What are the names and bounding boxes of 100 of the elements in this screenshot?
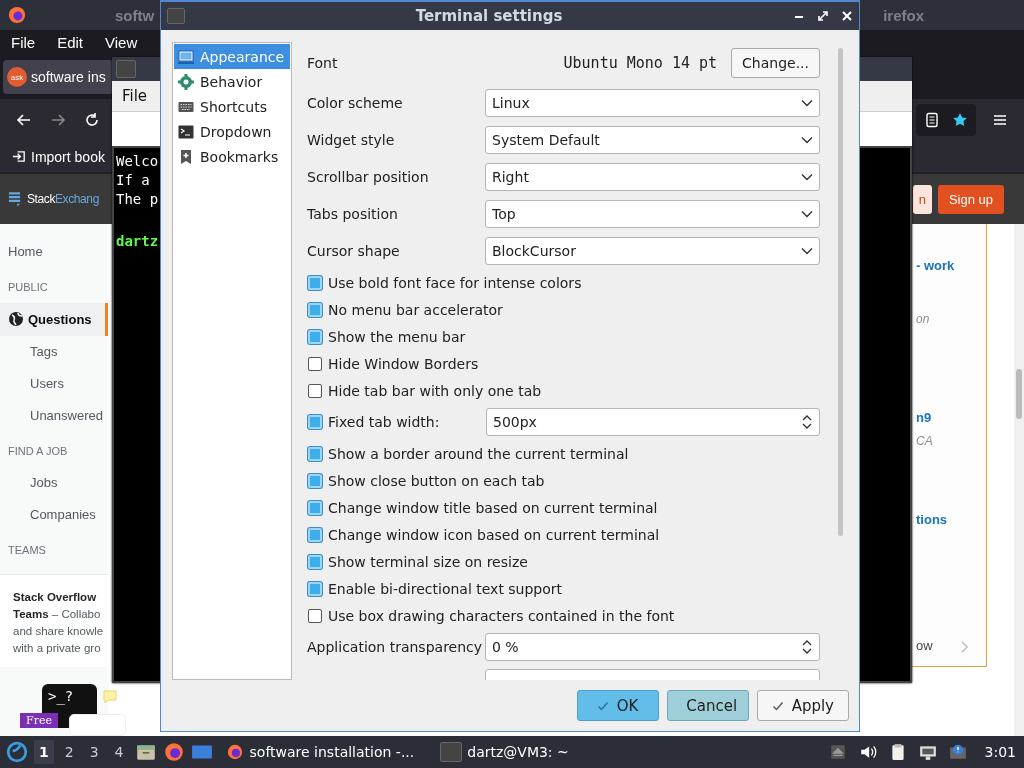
spin-box[interactable]: 0 % — [485, 633, 820, 661]
workspace-button[interactable]: 1 — [34, 740, 54, 764]
checkbox[interactable]: No menu bar accelerator — [307, 301, 503, 318]
window-title: softw — [115, 6, 155, 24]
menu-item[interactable]: File — [11, 34, 36, 51]
spin-box[interactable]: 500px — [486, 408, 820, 436]
menu-item[interactable]: View — [105, 34, 138, 51]
nav-item[interactable]: Questions — [0, 303, 108, 336]
network-icon[interactable] — [918, 743, 937, 761]
checkbox[interactable]: Show terminal size on resize — [307, 553, 528, 570]
question-link[interactable]: - work — [916, 258, 955, 273]
back-icon[interactable] — [16, 112, 32, 128]
import-icon — [12, 149, 27, 164]
chevron-down-icon — [801, 209, 813, 218]
page-item[interactable]: Dropdown — [174, 119, 290, 144]
question-link[interactable]: tions — [916, 512, 948, 527]
checkbox[interactable]: Hide Window Borders — [307, 355, 479, 372]
taskbar-item[interactable]: dartz@VM3: ~ — [434, 737, 575, 767]
checkbox[interactable]: Use bold font face for intense colors — [307, 274, 582, 291]
promo-text: and share knowle — [13, 624, 105, 639]
logo-icon — [8, 191, 21, 207]
checkmark-icon — [596, 699, 609, 712]
clock: 3:01 — [984, 744, 1016, 760]
dropdown[interactable]: Top — [485, 199, 820, 228]
forward-icon[interactable] — [50, 112, 66, 128]
scrollbar[interactable] — [1014, 224, 1024, 736]
site-icon: ask — [7, 67, 27, 87]
nav-item[interactable]: Users — [0, 368, 108, 400]
change-button[interactable]: Change... — [731, 48, 820, 78]
nav-item[interactable]: Jobs — [0, 467, 108, 499]
checkmark-icon — [771, 699, 784, 712]
dropdown[interactable]: Linux — [485, 88, 820, 117]
reader-icon[interactable] — [924, 112, 940, 128]
nav-heading: FIND A JOB — [7, 444, 69, 459]
checkbox[interactable]: Show a border around the current terminal — [307, 445, 629, 462]
setting-label: Tabs position — [307, 205, 399, 222]
page-item[interactable]: Bookmarks — [174, 144, 290, 169]
bookmark-icon — [178, 148, 194, 165]
browser-tab[interactable]: ask software ins — [3, 60, 113, 94]
promo-text: Teams – Collabo — [13, 607, 102, 622]
menu-icon[interactable] — [992, 112, 1008, 128]
nav-item[interactable]: Tags — [0, 336, 108, 368]
workspace-button[interactable]: 4 — [109, 740, 129, 764]
address-bar[interactable] — [916, 104, 976, 136]
reload-icon[interactable] — [84, 112, 100, 128]
dropdown[interactable]: Right — [485, 162, 820, 191]
checkbox[interactable]: Enable bi-directional text support — [307, 580, 563, 597]
signup-button[interactable]: Sign up — [937, 184, 1004, 214]
meta-text: CA — [916, 434, 933, 448]
setting-label: Cursor shape — [307, 242, 401, 259]
spin-arrows-icon[interactable] — [801, 413, 813, 431]
bookmark-item[interactable]: Import book — [12, 148, 105, 165]
note-icon — [103, 690, 117, 704]
login-button[interactable]: n — [912, 184, 932, 214]
more-link[interactable]: ow — [916, 638, 933, 653]
checkbox[interactable]: Use box drawing characters contained in the font — [307, 607, 675, 624]
menu-item[interactable]: Edit — [57, 34, 84, 51]
star-icon[interactable] — [952, 112, 968, 128]
notification-icon[interactable] — [948, 743, 967, 761]
checkbox[interactable]: Show the menu bar — [307, 328, 466, 345]
checkbox[interactable]: Fixed tab width: — [307, 414, 486, 430]
terminal-line: The p — [116, 190, 159, 209]
cancel-button[interactable]: Cancel — [666, 690, 749, 721]
close-icon[interactable] — [841, 10, 853, 22]
taskbar-item[interactable]: software installation -... — [218, 737, 421, 767]
page-item[interactable]: Behavior — [174, 69, 290, 94]
start-menu-icon[interactable] — [6, 741, 28, 763]
dropdown[interactable]: BlockCursor — [485, 236, 820, 265]
nav-item[interactable]: Unanswered — [0, 400, 108, 432]
font-value: Ubuntu Mono 14 pt — [563, 54, 718, 72]
spin-arrows-icon[interactable] — [801, 638, 813, 656]
globe-icon — [8, 311, 24, 327]
maximize-icon[interactable] — [817, 10, 829, 22]
dialog-title: Terminal settings — [414, 7, 564, 25]
checkbox[interactable]: Change window icon based on current terminal — [307, 526, 660, 543]
menu-item[interactable]: File — [122, 87, 148, 105]
monitor-icon — [178, 48, 194, 65]
chevron-down-icon — [801, 135, 813, 144]
window-title: irefox — [883, 6, 924, 24]
chevron-down-icon — [801, 246, 813, 255]
apply-button[interactable]: Apply — [756, 690, 849, 721]
dropdown[interactable]: System Default — [485, 125, 820, 154]
nav-heading: TEAMS — [7, 543, 47, 558]
checkbox[interactable]: Show close button on each tab — [307, 472, 545, 489]
firefox-icon — [8, 6, 26, 24]
page-item[interactable]: Shortcuts — [174, 94, 290, 119]
workspace-button[interactable]: 2 — [59, 740, 79, 764]
chevron-down-icon — [801, 172, 813, 181]
eject-icon[interactable] — [828, 743, 847, 761]
nav-item[interactable]: Home — [0, 236, 108, 268]
nav-item[interactable]: Companies — [0, 499, 108, 531]
checkbox[interactable]: Hide tab bar with only one tab — [307, 382, 542, 399]
terminal-prompt: dartz — [116, 232, 159, 251]
question-link[interactable]: n9 — [916, 410, 932, 425]
checkbox[interactable]: Change window title based on current terminal — [307, 499, 658, 516]
workspace-button[interactable]: 3 — [84, 740, 104, 764]
site-logo[interactable]: StackExchang — [27, 192, 99, 206]
ok-button[interactable]: OK — [576, 690, 659, 721]
firefox-icon[interactable] — [162, 741, 185, 763]
terminal-line: Welco — [116, 152, 159, 171]
